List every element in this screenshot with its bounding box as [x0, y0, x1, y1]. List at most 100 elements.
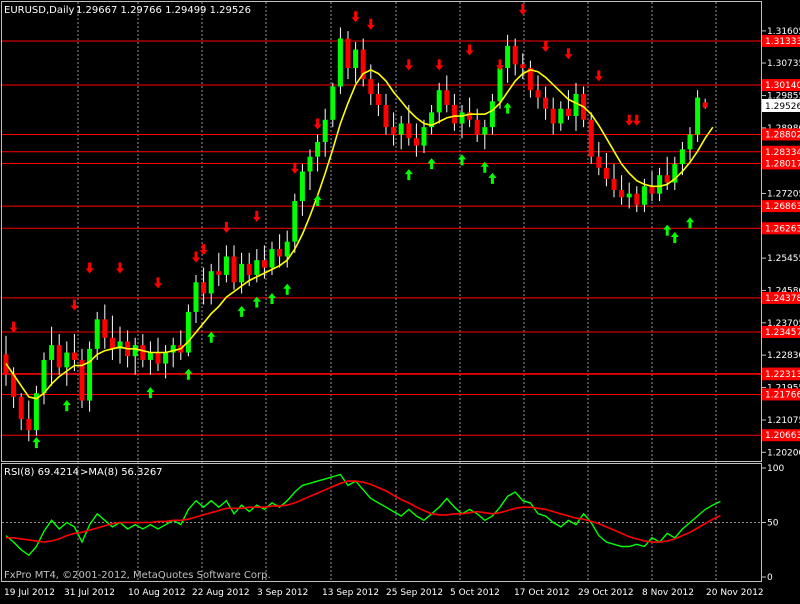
date-tick-label: 31 Jul 2012 — [64, 588, 115, 598]
bear-candle-body — [345, 38, 351, 69]
bull-candle-body — [322, 119, 328, 142]
bear-candle-body — [565, 108, 571, 117]
bull-candle-body — [49, 345, 55, 360]
bear-candle-body — [140, 345, 146, 360]
bull-candle-body — [330, 86, 336, 120]
rsi-title: RSI(8) 69.4214 — [4, 467, 79, 478]
bear-candle-body — [512, 45, 518, 65]
bear-candle-body — [231, 256, 237, 283]
bear-candle-body — [216, 271, 222, 275]
bear-candle-body — [444, 90, 450, 105]
level-label-text: 1.23457 — [765, 328, 800, 338]
price-tick-label: 1.30735 — [767, 59, 800, 69]
bear-candle-body — [155, 352, 161, 364]
bull-candle-body — [208, 271, 214, 294]
copyright-text: FxPro MT4, ©2001-2012, MetaQuotes Softwa… — [4, 570, 271, 581]
level-label-text: 1.21766 — [765, 390, 800, 400]
bear-candle-body — [550, 108, 556, 124]
date-tick-label: 20 Nov 2012 — [706, 588, 764, 598]
price-tick-label: 1.25455 — [767, 254, 800, 264]
bull-candle-body — [459, 112, 465, 124]
bear-candle-body — [56, 345, 62, 368]
bull-candle-body — [641, 186, 647, 205]
bear-candle-body — [611, 178, 617, 190]
date-tick-label: 22 Aug 2012 — [192, 588, 250, 598]
rsi-tick-label: 50 — [767, 519, 779, 529]
bear-candle-body — [277, 249, 283, 257]
bear-candle-body — [109, 337, 115, 349]
bear-candle-body — [451, 104, 457, 124]
bear-candle-body — [102, 319, 108, 338]
level-label-text: 1.22313 — [765, 370, 800, 380]
bear-candle-body — [368, 79, 374, 94]
bull-candle-body — [94, 319, 100, 349]
bear-candle-body — [71, 352, 77, 360]
bull-candle-body — [398, 123, 404, 135]
bull-candle-body — [657, 175, 663, 194]
bull-candle-body — [292, 201, 298, 242]
bull-candle-body — [626, 193, 632, 198]
bear-candle-body — [596, 156, 602, 168]
bull-candle-body — [497, 68, 503, 102]
level-label-text: 1.28017 — [765, 159, 800, 169]
bull-candle-body — [147, 352, 153, 360]
price-tick-label: 1.20200 — [767, 448, 800, 458]
bear-candle-body — [588, 119, 594, 157]
date-tick-label: 29 Oct 2012 — [578, 588, 634, 598]
bear-candle-body — [391, 127, 397, 135]
current-price-label: 1.29526 — [765, 102, 800, 112]
bull-candle-body — [573, 93, 579, 117]
bull-candle-body — [299, 171, 305, 202]
rsi-tick-label: 100 — [767, 464, 784, 474]
level-label-text: 1.28802 — [765, 130, 800, 140]
bear-candle-body — [375, 93, 381, 105]
bull-candle-body — [64, 352, 70, 368]
bull-candle-body — [41, 359, 47, 394]
bull-candle-body — [87, 348, 93, 401]
bull-candle-body — [505, 45, 511, 69]
bear-candle-body — [634, 193, 640, 205]
bull-candle-body — [679, 149, 685, 165]
level-label-text: 1.20663 — [765, 431, 800, 441]
bear-candle-body — [664, 175, 670, 183]
bear-candle-body — [649, 186, 655, 194]
bear-candle-body — [26, 419, 32, 431]
symbol-label: EURUSD,Daily — [4, 5, 75, 16]
metatrader-chart-window[interactable]: EURUSD,Daily 1.29667 1.29766 1.29499 1.2… — [0, 0, 800, 600]
bear-candle-body — [246, 263, 252, 275]
bull-candle-body — [421, 127, 427, 146]
bear-candle-body — [383, 104, 389, 128]
bull-candle-body — [436, 90, 442, 113]
bear-candle-body — [543, 97, 549, 109]
level-label-text: 1.31333 — [765, 37, 800, 47]
bear-candle-body — [18, 396, 24, 420]
bear-candle-body — [702, 102, 708, 108]
bull-candle-body — [695, 97, 701, 135]
bull-candle-body — [254, 260, 260, 275]
date-tick-label: 17 Oct 2012 — [514, 588, 570, 598]
bull-candle-body — [315, 141, 321, 157]
bull-candle-body — [163, 352, 169, 364]
price-tick-label: 1.27205 — [767, 189, 800, 199]
bull-candle-body — [558, 108, 564, 124]
bull-candle-body — [185, 311, 191, 353]
bull-candle-body — [269, 249, 275, 268]
bear-candle-body — [603, 167, 609, 179]
bull-candle-body — [687, 134, 693, 150]
ohlc-readout: 1.29667 1.29766 1.29499 1.29526 — [76, 5, 251, 16]
bull-candle-body — [193, 282, 199, 312]
bull-candle-body — [337, 38, 343, 87]
rsi-tick-label: 0 — [767, 573, 773, 583]
bear-candle-body — [201, 282, 207, 294]
bear-candle-body — [474, 119, 480, 135]
date-tick-label: 25 Sep 2012 — [386, 588, 443, 598]
level-label-text: 1.26863 — [765, 202, 800, 212]
date-tick-label: 3 Sep 2012 — [257, 588, 308, 598]
bear-candle-body — [520, 64, 526, 69]
level-label-text: 1.30140 — [765, 81, 800, 91]
chart-canvas[interactable]: EURUSD,Daily 1.29667 1.29766 1.29499 1.2… — [0, 0, 800, 600]
rsi-ma-title: >MA(8) 56.3267 — [80, 467, 163, 478]
bear-candle-body — [619, 189, 625, 198]
level-label-text: 1.28334 — [765, 148, 800, 158]
date-tick-label: 10 Aug 2012 — [128, 588, 186, 598]
